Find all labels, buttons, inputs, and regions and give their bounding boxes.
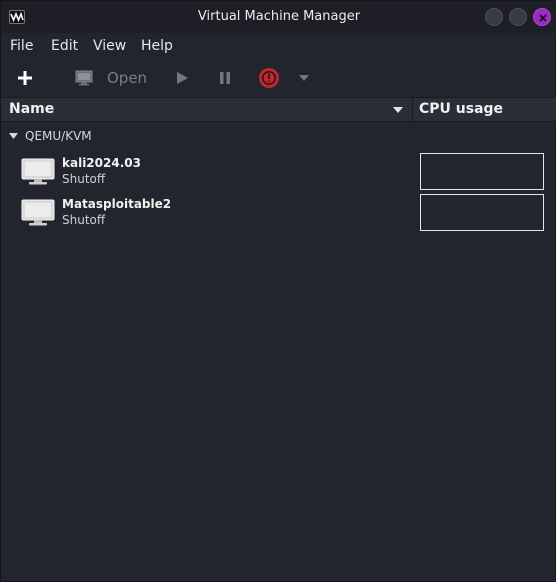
vm-row[interactable]: Matasploitable2 Shutoff [1, 193, 556, 233]
column-name-label: Name [9, 101, 55, 117]
cpu-usage-graph [420, 153, 544, 190]
plus-icon [18, 71, 32, 85]
column-cpu-label: CPU usage [419, 101, 504, 117]
menu-view[interactable]: View [93, 38, 126, 54]
vm-status: Shutoff [62, 213, 106, 227]
pause-icon [220, 72, 230, 84]
title-bar[interactable]: Virtual Machine Manager [1, 1, 556, 33]
vm-row[interactable]: kali2024.03 Shutoff [1, 152, 556, 192]
window-title: Virtual Machine Manager [197, 9, 361, 24]
column-name-header[interactable]: Name [1, 98, 413, 121]
vm-monitor-icon [21, 199, 55, 226]
toolbar: Open [1, 59, 556, 97]
vmm-window: Virtual Machine Manager File Edit View H… [0, 0, 556, 582]
power-icon [259, 68, 279, 88]
close-icon [539, 14, 547, 22]
open-button[interactable]: Open [75, 59, 147, 97]
column-header: Name CPU usage [1, 97, 556, 122]
menu-bar: File Edit View Help [1, 33, 556, 59]
vm-monitor-icon [21, 158, 55, 185]
new-vm-button[interactable] [17, 59, 33, 97]
close-button[interactable] [533, 8, 551, 26]
menu-edit[interactable]: Edit [51, 38, 78, 54]
shutdown-options-dropdown[interactable] [298, 59, 310, 97]
maximize-button[interactable] [509, 8, 527, 26]
vm-name: Matasploitable2 [62, 197, 172, 211]
menu-help[interactable]: Help [141, 38, 173, 54]
open-button-label: Open [107, 69, 148, 87]
expander-down-icon[interactable] [9, 133, 18, 139]
connection-group[interactable]: QEMU/KVM [1, 125, 556, 147]
play-icon [177, 72, 188, 84]
chevron-down-icon [299, 75, 309, 81]
pause-button[interactable] [218, 59, 232, 97]
menu-file[interactable]: File [10, 38, 33, 54]
vm-name: kali2024.03 [62, 156, 141, 170]
cpu-usage-graph [420, 194, 544, 231]
shutdown-button[interactable] [258, 59, 280, 97]
sort-descending-icon [393, 107, 403, 113]
column-cpu-header[interactable]: CPU usage [413, 98, 556, 121]
minimize-button[interactable] [485, 8, 503, 26]
monitor-icon [75, 70, 93, 86]
run-button[interactable] [175, 59, 189, 97]
connection-label: QEMU/KVM [25, 129, 92, 143]
vm-status: Shutoff [62, 172, 106, 186]
